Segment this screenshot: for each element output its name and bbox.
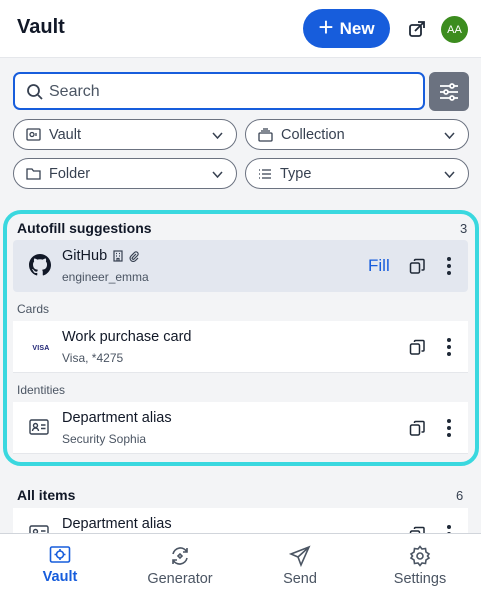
fill-button[interactable]: Fill xyxy=(368,256,390,276)
visa-icon: VISA xyxy=(29,340,53,356)
filter-toggle-button[interactable] xyxy=(429,72,469,111)
nav-settings[interactable]: Settings xyxy=(360,534,480,598)
collection-icon xyxy=(258,127,273,142)
nav-generator[interactable]: Generator xyxy=(120,534,240,598)
nav-settings-label: Settings xyxy=(393,571,447,587)
id-card-icon xyxy=(29,419,49,435)
collection-filter-label: Collection xyxy=(281,126,345,143)
copy-icon[interactable] xyxy=(409,339,426,356)
copy-icon[interactable] xyxy=(409,258,426,275)
autofill-count: 3 xyxy=(460,221,468,236)
list-item[interactable]: GitHub engineer_emma Fill xyxy=(13,240,468,292)
nav-send[interactable]: Send xyxy=(240,534,360,598)
chevron-down-icon xyxy=(212,132,223,140)
github-icon xyxy=(29,254,51,276)
gear-icon xyxy=(409,545,431,567)
plus-icon: + xyxy=(318,12,334,42)
item-title: Work purchase card xyxy=(62,329,192,345)
organization-icon xyxy=(113,250,123,262)
bottom-nav: Vault Generator Send Settings xyxy=(0,533,481,598)
attachment-icon xyxy=(129,251,139,262)
nav-send-label: Send xyxy=(283,571,317,587)
vault-icon xyxy=(49,546,71,563)
more-options-icon[interactable] xyxy=(443,256,455,276)
item-subtitle: Visa, *4275 xyxy=(62,351,124,365)
page-title: Vault xyxy=(17,16,65,38)
autofill-section-title: Autofill suggestions xyxy=(17,220,152,236)
nav-generator-label: Generator xyxy=(147,571,213,587)
sliders-icon xyxy=(440,82,458,101)
list-item[interactable]: Department alias Security Sophia xyxy=(13,402,468,454)
type-filter[interactable]: Type xyxy=(245,158,469,189)
search-input[interactable] xyxy=(49,81,409,103)
folder-filter-label: Folder xyxy=(49,165,91,182)
all-items-count: 6 xyxy=(456,488,464,503)
nav-vault-label: Vault xyxy=(42,569,78,585)
vault-filter-label: Vault xyxy=(49,126,81,143)
avatar[interactable]: AA xyxy=(441,16,468,43)
identities-group-label: Identities xyxy=(17,383,66,397)
vault-filter[interactable]: Vault xyxy=(13,119,237,150)
cards-group-label: Cards xyxy=(17,302,50,316)
type-filter-label: Type xyxy=(280,165,312,182)
search-icon xyxy=(27,84,43,100)
list-item[interactable]: VISA Work purchase card Visa, *4275 xyxy=(13,321,468,373)
folder-icon xyxy=(26,168,41,180)
collection-filter[interactable]: Collection xyxy=(245,119,469,150)
list-icon xyxy=(259,168,271,179)
chevron-down-icon xyxy=(212,171,223,179)
all-items-section-title: All items xyxy=(17,487,76,503)
chevron-down-icon xyxy=(444,171,455,179)
item-subtitle: engineer_emma xyxy=(62,270,149,284)
search-box xyxy=(13,72,425,110)
header: Vault + New AA xyxy=(0,0,481,58)
vault-icon xyxy=(26,128,41,141)
item-subtitle: Security Sophia xyxy=(62,432,147,446)
item-title: GitHub xyxy=(62,248,108,264)
new-item-button[interactable]: + New xyxy=(303,9,390,48)
folder-filter[interactable]: Folder xyxy=(13,158,237,189)
send-icon xyxy=(289,545,311,567)
copy-icon[interactable] xyxy=(409,420,426,437)
nav-vault[interactable]: Vault xyxy=(0,534,120,598)
generator-icon xyxy=(172,547,188,565)
more-options-icon[interactable] xyxy=(443,337,455,357)
item-title: Department alias xyxy=(62,410,172,426)
popout-icon[interactable] xyxy=(406,18,428,40)
chevron-down-icon xyxy=(444,132,455,140)
new-item-label: New xyxy=(339,18,375,38)
more-options-icon[interactable] xyxy=(443,418,455,438)
item-title: Department alias xyxy=(62,516,172,532)
